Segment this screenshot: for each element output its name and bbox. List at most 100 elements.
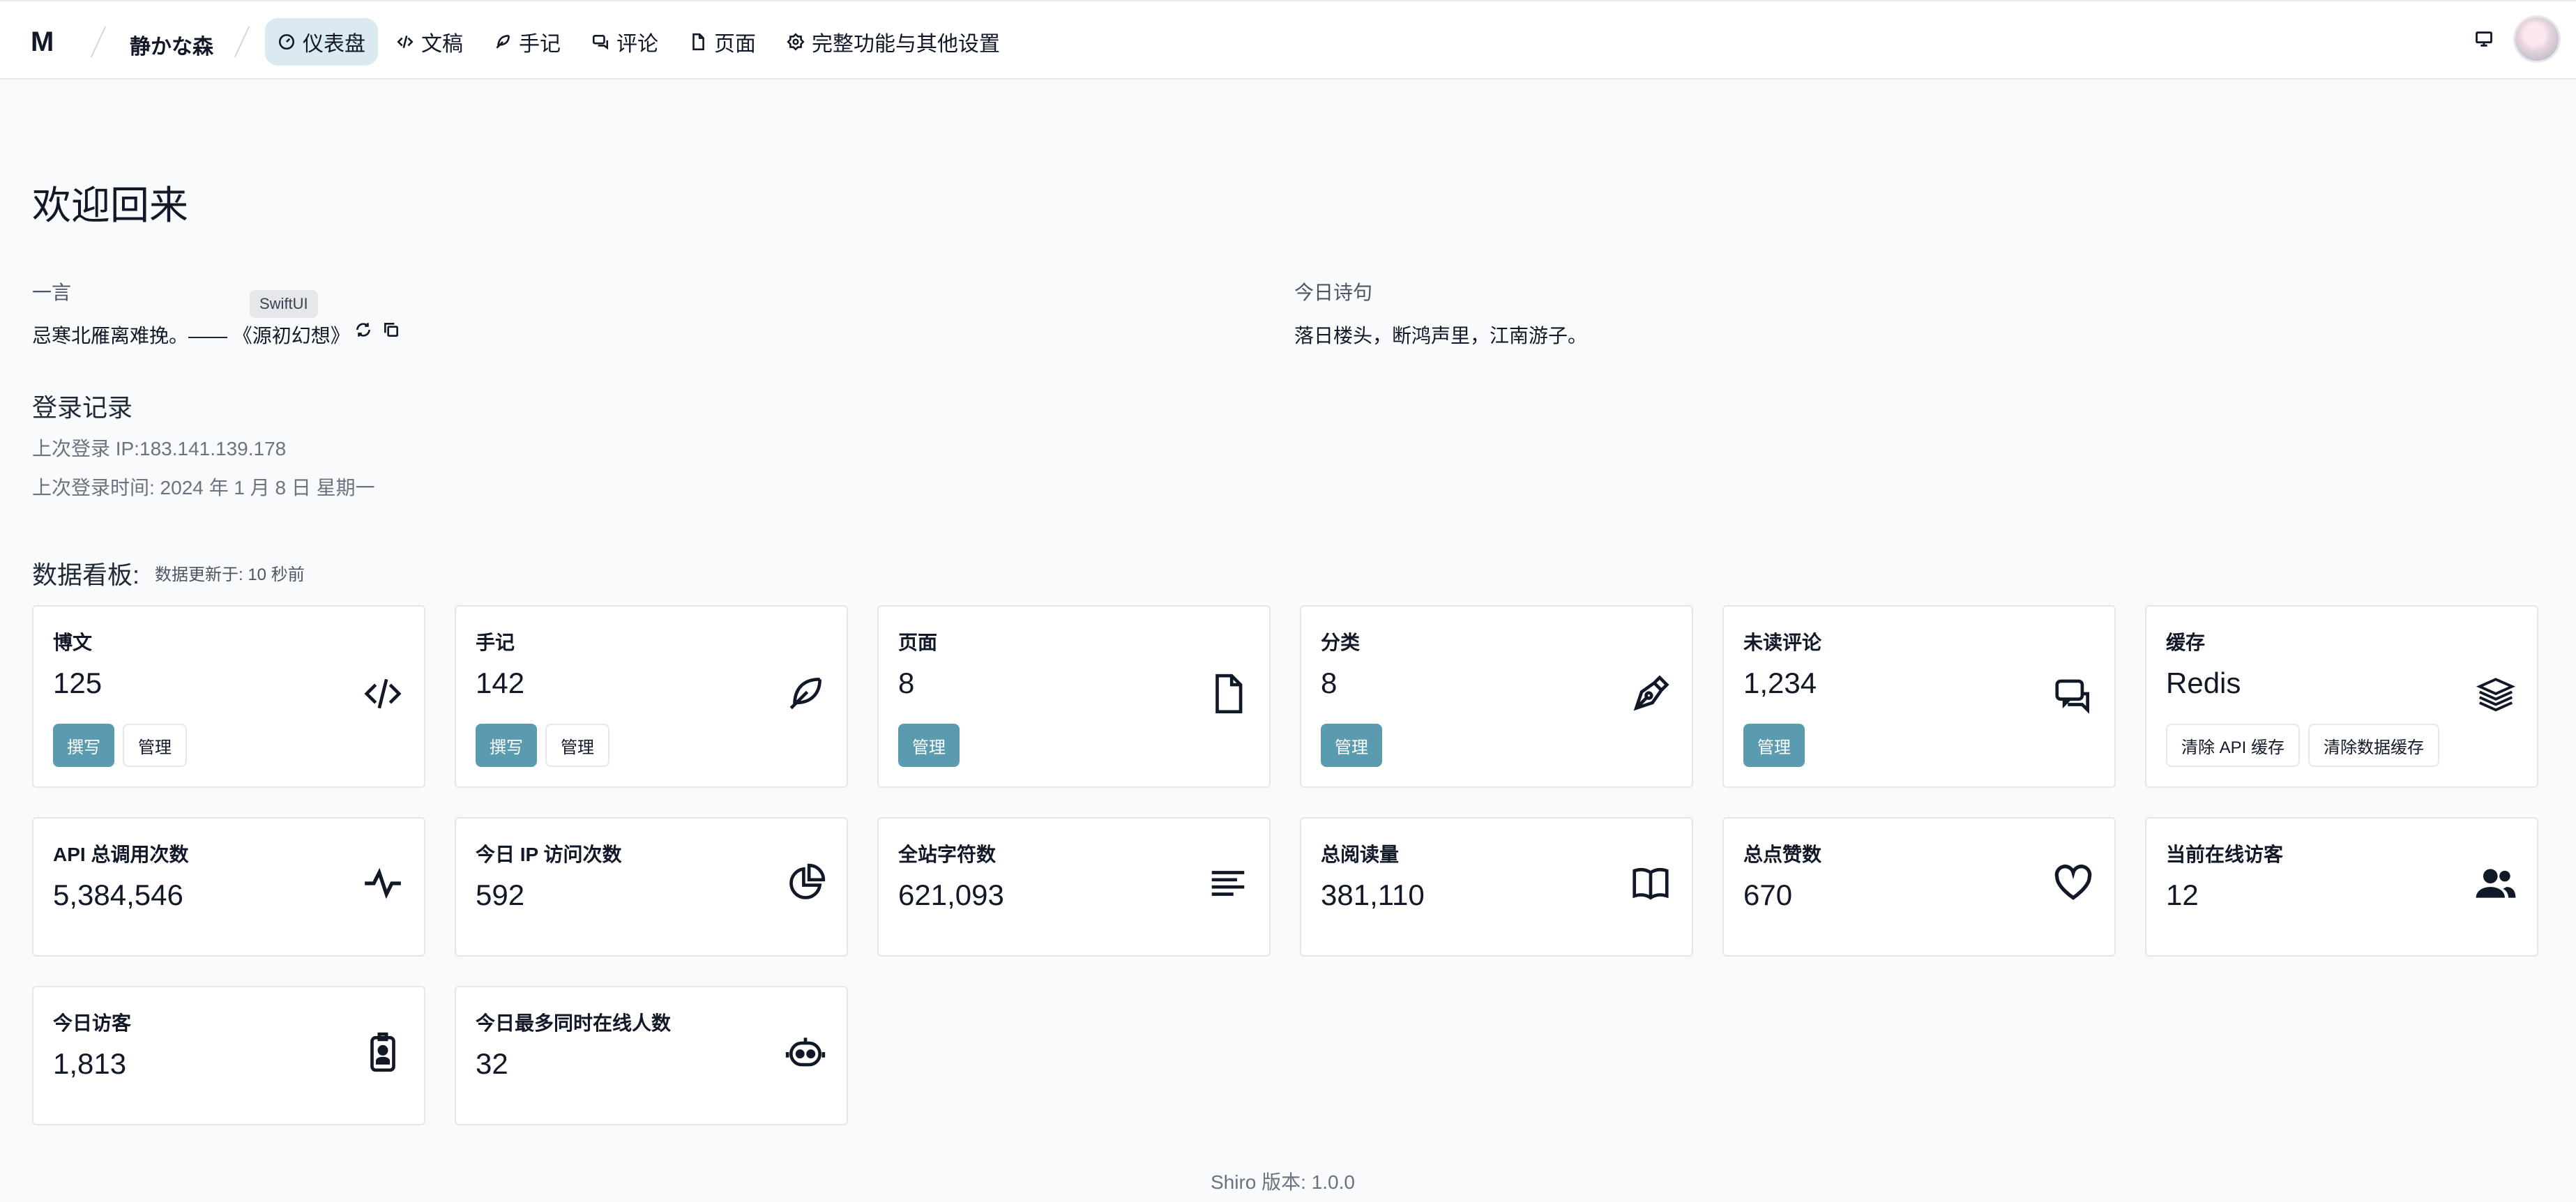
- card-title: 总阅读量: [1321, 844, 1400, 865]
- nav-label: 文稿: [421, 33, 463, 56]
- refresh-icon[interactable]: [354, 321, 372, 339]
- manage-posts-button[interactable]: 管理: [123, 724, 187, 767]
- chat-icon: [2055, 679, 2089, 714]
- card-api-calls: API 总调用次数 5,384,546: [32, 817, 425, 957]
- breadcrumb-separator: [90, 26, 107, 57]
- card-value: 621,093: [898, 878, 1004, 911]
- card-value: 1,813: [53, 1047, 127, 1080]
- robot-icon: [785, 1037, 826, 1067]
- nav-settings[interactable]: 完整功能与其他设置: [774, 18, 1013, 66]
- data-updated-time: 数据更新于: 10 秒前: [155, 565, 305, 584]
- card-value: 32: [476, 1047, 508, 1080]
- card-posts: 博文 125 撰写 管理: [32, 605, 425, 788]
- card-categories: 分类 8 管理: [1300, 605, 1693, 788]
- nav-label: 评论: [616, 33, 658, 56]
- nav-pages[interactable]: 页面: [676, 18, 768, 66]
- pen-nib-icon: [1633, 675, 1669, 711]
- nav-comments[interactable]: 评论: [579, 18, 671, 66]
- feather-icon: [789, 678, 821, 710]
- manage-pages-button[interactable]: 管理: [898, 724, 960, 767]
- manage-comments-button[interactable]: 管理: [1743, 724, 1805, 767]
- main-nav: 仪表盘 文稿 手记 评论 页面 完整功能与其他设置: [265, 18, 1013, 66]
- last-login-ip: 上次登录 IP:183.141.139.178: [32, 438, 287, 459]
- write-post-button[interactable]: 撰写: [53, 724, 114, 767]
- users-icon: [2476, 869, 2516, 898]
- last-login-time: 上次登录时间: 2024 年 1 月 8 日 星期一: [32, 477, 375, 499]
- comment-icon: [592, 35, 609, 50]
- breadcrumb-separator: [234, 26, 250, 57]
- clear-api-cache-button[interactable]: 清除 API 缓存: [2166, 724, 2301, 767]
- card-max-online: 今日最多同时在线人数 32: [455, 986, 848, 1125]
- page-title: 欢迎回来: [32, 183, 188, 227]
- card-notes: 手记 142 撰写 管理: [455, 605, 848, 788]
- hitokoto-label: 一言: [32, 282, 72, 303]
- card-today-visitors: 今日访客 1,813: [32, 986, 425, 1125]
- nav-dashboard[interactable]: 仪表盘: [265, 18, 378, 66]
- nav-label: 仪表盘: [303, 33, 365, 56]
- heart-icon: [2054, 865, 2092, 900]
- card-value: 125: [53, 667, 103, 699]
- dashboard-title: 数据看板:: [32, 561, 140, 589]
- card-title: 今日访客: [53, 1012, 132, 1034]
- card-value: 12: [2166, 878, 2199, 911]
- code-icon: [397, 36, 414, 48]
- book-icon: [1632, 867, 1669, 900]
- top-navbar: M 静かな森 仪表盘 文稿 手记 评论 页面 完整功能与其他设置: [0, 0, 2576, 79]
- text-lines-icon: [1211, 871, 1245, 896]
- file-icon: [1215, 674, 1243, 714]
- card-value: 5,384,546: [53, 878, 183, 911]
- card-value: 142: [476, 667, 525, 699]
- card-pages: 页面 8 管理: [877, 605, 1271, 788]
- card-title: 博文: [53, 632, 93, 653]
- nav-notes[interactable]: 手记: [481, 18, 573, 66]
- card-title: 页面: [898, 632, 938, 653]
- card-cache: 缓存 Redis 清除 API 缓存 清除数据缓存: [2145, 605, 2538, 788]
- card-ip-visits: 今日 IP 访问次数 592: [455, 817, 848, 957]
- card-total-chars: 全站字符数 621,093: [877, 817, 1271, 957]
- feather-icon: [496, 35, 510, 49]
- card-value: 8: [1321, 667, 1338, 699]
- dashboard-icon: [278, 33, 295, 50]
- poem-text: 落日楼头，断鸿声里，江南游子。: [1294, 325, 1588, 347]
- card-total-reads: 总阅读量 381,110: [1300, 817, 1693, 957]
- logo[interactable]: M: [31, 26, 54, 58]
- card-title: 当前在线访客: [2166, 844, 2284, 865]
- file-icon: [692, 33, 704, 51]
- card-value: 381,110: [1321, 878, 1425, 911]
- code-icon: [364, 678, 402, 709]
- settings-icon: [787, 33, 805, 51]
- card-title: 分类: [1321, 632, 1361, 653]
- card-value: 592: [476, 878, 525, 911]
- nav-label: 完整功能与其他设置: [812, 33, 1000, 56]
- card-title: 全站字符数: [898, 844, 997, 865]
- card-title: 今日 IP 访问次数: [476, 844, 622, 865]
- card-online-visitors: 当前在线访客 12: [2145, 817, 2538, 957]
- pulse-icon: [365, 867, 401, 899]
- card-unread-comments: 未读评论 1,234 管理: [1722, 605, 2116, 788]
- card-title: 缓存: [2166, 632, 2206, 653]
- site-name[interactable]: 静かな森: [130, 29, 213, 60]
- card-total-likes: 总点赞数 670: [1722, 817, 2116, 957]
- nav-label: 手记: [519, 33, 561, 56]
- poem-label: 今日诗句: [1294, 282, 1373, 303]
- nav-posts[interactable]: 文稿: [384, 18, 476, 66]
- card-value: Redis: [2166, 667, 2241, 699]
- card-title: 今日最多同时在线人数: [476, 1012, 672, 1034]
- card-value: 1,234: [1743, 667, 1817, 699]
- card-title: 未读评论: [1743, 632, 1822, 653]
- badge-icon: [370, 1032, 395, 1072]
- stack-icon: [2476, 678, 2516, 712]
- copy-icon[interactable]: [382, 321, 400, 339]
- write-note-button[interactable]: 撰写: [476, 724, 537, 767]
- card-title: API 总调用次数: [53, 844, 189, 865]
- hitokoto-text: 忌寒北雁离难挽。—— 《源初幻想》: [32, 325, 350, 347]
- avatar[interactable]: [2513, 15, 2561, 63]
- pie-chart-icon: [789, 863, 826, 899]
- manage-notes-button[interactable]: 管理: [545, 724, 609, 767]
- nav-label: 页面: [714, 33, 756, 56]
- clear-data-cache-button[interactable]: 清除数据缓存: [2308, 724, 2440, 767]
- login-record-title: 登录记录: [32, 393, 133, 422]
- monitor-icon[interactable]: [2474, 29, 2494, 49]
- manage-categories-button[interactable]: 管理: [1321, 724, 1382, 767]
- tooltip: SwiftUI: [250, 290, 318, 318]
